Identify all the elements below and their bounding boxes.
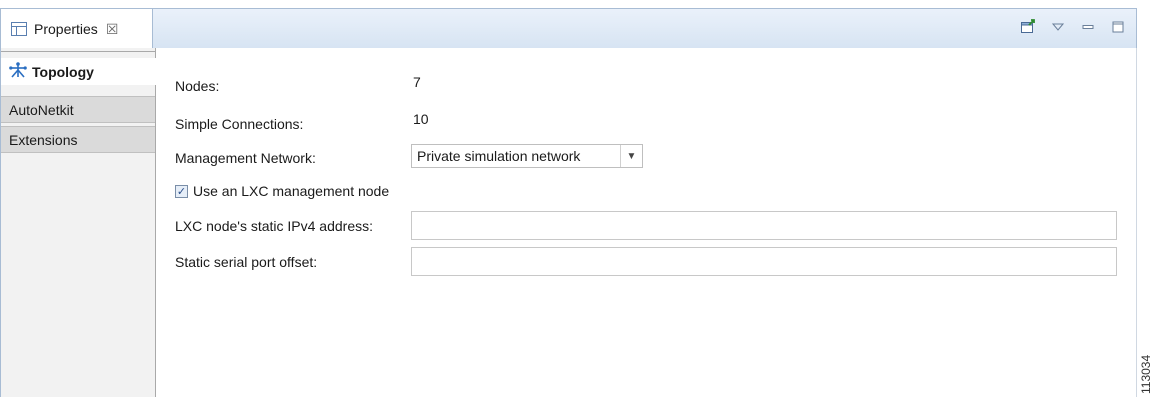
connections-value: 10	[413, 111, 429, 127]
topology-properties: Nodes: 7 Simple Connections: 10 Manageme…	[156, 48, 1136, 397]
chevron-down-icon[interactable]: ▼	[620, 145, 642, 167]
new-window-icon[interactable]	[1020, 19, 1036, 35]
minimize-icon[interactable]	[1080, 19, 1096, 35]
ipv4-label: LXC node's static IPv4 address:	[175, 218, 373, 234]
properties-view: Properties ☒ Topology AutoNetkit Extensi…	[0, 0, 1137, 397]
properties-tab[interactable]: Properties ☒	[1, 9, 153, 49]
close-icon[interactable]: ☒	[106, 21, 119, 38]
connections-label: Simple Connections:	[175, 116, 304, 132]
ipv4-input[interactable]	[411, 211, 1117, 240]
management-network-label: Management Network:	[175, 150, 316, 166]
sidebar-divider	[1, 51, 155, 52]
sidebar-item-topology[interactable]: Topology	[1, 58, 156, 85]
sidebar: Topology AutoNetkit Extensions	[1, 48, 156, 397]
figure-id: 113034	[1139, 354, 1153, 394]
tab-label: Properties	[34, 21, 98, 37]
nodes-value: 7	[413, 74, 421, 90]
view-titlebar: Properties ☒	[0, 8, 1137, 49]
sidebar-item-label: Extensions	[9, 131, 78, 148]
lxc-checkbox-label[interactable]: Use an LXC management node	[193, 183, 389, 199]
lxc-checkbox-row: ✓ Use an LXC management node	[175, 183, 389, 199]
lxc-checkbox[interactable]: ✓	[175, 184, 188, 198]
management-network-value: Private simulation network	[417, 148, 581, 164]
properties-icon	[11, 22, 27, 36]
sidebar-item-label: Topology	[32, 63, 94, 80]
view-body: Topology AutoNetkit Extensions Nodes: 7 …	[0, 48, 1137, 397]
maximize-icon[interactable]	[1110, 19, 1126, 35]
sidebar-item-label: AutoNetkit	[9, 101, 74, 118]
management-network-select[interactable]: Private simulation network ▼	[411, 144, 643, 168]
view-toolbar	[1020, 19, 1126, 35]
sidebar-item-extensions[interactable]: Extensions	[1, 126, 155, 153]
serial-offset-label: Static serial port offset:	[175, 254, 318, 270]
serial-offset-input[interactable]	[411, 247, 1117, 276]
view-menu-icon[interactable]	[1050, 19, 1066, 35]
nodes-label: Nodes:	[175, 78, 220, 94]
topology-icon	[9, 62, 27, 81]
sidebar-item-autonetkit[interactable]: AutoNetkit	[1, 96, 155, 123]
